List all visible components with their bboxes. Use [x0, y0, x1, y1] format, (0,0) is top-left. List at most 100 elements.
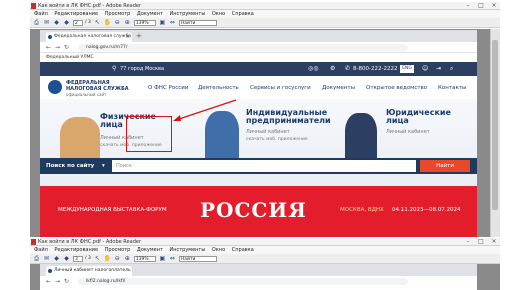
lang-button[interactable]: ENG [400, 65, 414, 73]
hand-tool-icon-2[interactable]: ✋ [104, 255, 111, 262]
nav-activity[interactable]: Деятельность [198, 85, 239, 91]
url-field-2[interactable]: lkfl2.nalog.ru/lkfl/ [78, 278, 408, 285]
menu-file[interactable]: Файл [34, 11, 48, 17]
reader2-menu-bar: Файл Редактирование Просмотр Документ Ин… [30, 246, 500, 254]
menu2-file[interactable]: Файл [34, 247, 48, 253]
browser-tab-2[interactable]: Личный кабинет налогоплатель [46, 266, 132, 276]
email-icon[interactable]: ✉ [43, 19, 50, 26]
menu-document[interactable]: Документ [137, 11, 163, 17]
hero-legal-title[interactable]: Юридические лица [386, 109, 466, 125]
annotation-arrow-icon [173, 99, 237, 121]
nav-services[interactable]: Сервисы и госуслуги [250, 85, 311, 91]
pdf-app-icon-2 [31, 239, 36, 245]
tab-close-icon[interactable]: × [126, 32, 130, 42]
nav-open-agency[interactable]: Открытое ведомство [366, 85, 427, 91]
zoom-out-icon-2[interactable]: ⊖ [114, 255, 121, 262]
forward-icon-2[interactable]: → [55, 278, 60, 285]
settings-icon[interactable]: ⚙ [330, 65, 335, 72]
print-icon-2[interactable]: ⎙ [33, 255, 40, 262]
fit-width-icon-2[interactable]: ⇔ [169, 255, 176, 262]
reader-toolbar: ⎙ ✉ ◆ ◆ 2 / 3 ↖ ✋ ⊖ ⊕ 139% ▣ ⇔ Найти [30, 18, 500, 28]
new-tab-icon[interactable]: + [136, 32, 142, 40]
forward-icon[interactable]: → [55, 44, 60, 51]
login-icon[interactable]: ⇥ [436, 65, 441, 72]
zoom-out-icon[interactable]: ⊖ [114, 19, 121, 26]
page-number-field-2[interactable]: 3 [73, 255, 83, 262]
close-button-2[interactable]: × [488, 238, 500, 246]
phone-icon: ✆ [345, 65, 351, 72]
back-icon[interactable]: ← [46, 44, 51, 51]
bookmark-item[interactable]: Федеральный УЛМС [46, 55, 94, 60]
scrollbar-thumb[interactable] [492, 40, 498, 210]
zoom-field[interactable]: 139% [133, 19, 156, 26]
glasses-icon[interactable]: ◎◎ [308, 65, 318, 72]
page-number-field[interactable]: 2 [73, 19, 83, 26]
back-icon-2[interactable]: ← [46, 278, 51, 285]
find-field-2[interactable]: Найти [178, 255, 217, 262]
select-tool-icon[interactable]: ↖ [94, 19, 101, 26]
menu2-window[interactable]: Окно [212, 247, 225, 253]
menu-help[interactable]: Справка [232, 11, 254, 17]
minimize-button[interactable]: – [462, 2, 474, 10]
promo-banner[interactable]: МЕЖДУНАРОДНАЯ ВЫСТАВКА-ФОРУМ РОССИЯ МОСК… [40, 186, 477, 237]
site-search-input[interactable]: Поиск [112, 160, 416, 172]
hero-entrepreneurs-title[interactable]: Индивидуальные предприниматели [246, 109, 356, 125]
browser-tab[interactable]: Федеральная налоговая служба × [46, 32, 132, 42]
user-icon[interactable]: ☺ [422, 65, 428, 72]
nav-about[interactable]: О ФНС России [148, 85, 188, 91]
search-label: Поиск по сайту [46, 163, 95, 169]
fit-width-icon[interactable]: ⇔ [169, 19, 176, 26]
region-selector[interactable]: 77 город Москва [120, 66, 164, 72]
menu-view[interactable]: Просмотр [105, 11, 131, 17]
maximize-button-2[interactable]: □ [475, 238, 487, 246]
select-tool-icon-2[interactable]: ↖ [94, 255, 101, 262]
menu2-edit[interactable]: Редактирование [54, 247, 98, 253]
menu2-help[interactable]: Справка [232, 247, 254, 253]
hero-entrepreneurs-cabinet[interactable]: Личный кабинет [246, 129, 290, 135]
browser-tab-title: Федеральная налоговая служба [54, 34, 132, 39]
fit-page-icon-2[interactable]: ▣ [159, 255, 166, 262]
menu-window[interactable]: Окно [212, 11, 225, 17]
menu-edit[interactable]: Редактирование [54, 11, 98, 17]
fns-favicon-2 [48, 269, 52, 273]
hotline-phone[interactable]: 8-800-222-2222 [353, 66, 397, 72]
print-icon[interactable]: ⎙ [33, 19, 40, 26]
nav-contacts[interactable]: Контакты [438, 85, 466, 91]
family-photo [60, 117, 100, 159]
url-text-2: lkfl2.nalog.ru/lkfl/ [86, 279, 126, 284]
zoom-field-2[interactable]: 139% [133, 255, 156, 262]
hero-legal-cabinet[interactable]: Личный кабинет [386, 129, 430, 135]
hand-tool-icon[interactable]: ✋ [104, 19, 111, 26]
nav-documents[interactable]: Документы [322, 85, 355, 91]
minimize-button-2[interactable]: – [462, 238, 474, 246]
close-button[interactable]: × [488, 2, 500, 10]
reload-icon-2[interactable]: ↻ [64, 278, 69, 285]
url-field[interactable]: nalog.gov.ru/rn77/ [78, 44, 408, 51]
search-dropdown-icon[interactable]: ▾ [102, 163, 105, 169]
reader2-title: Как войти в ЛК ФНС.pdf - Adobe Reader [38, 239, 142, 245]
location-pin-icon[interactable]: ⚲ [112, 65, 116, 72]
pdf-app-icon [31, 3, 36, 9]
promo-place: МОСКВА, ВДНХ [340, 207, 384, 213]
fns-emblem-icon[interactable] [48, 80, 62, 94]
next-page-icon-2[interactable]: ◆ [63, 255, 70, 262]
reload-icon[interactable]: ↻ [64, 44, 69, 51]
find-field[interactable]: Найти [178, 19, 217, 26]
menu2-document[interactable]: Документ [137, 247, 163, 253]
prev-page-icon-2[interactable]: ◆ [53, 255, 60, 262]
next-page-icon[interactable]: ◆ [63, 19, 70, 26]
menu-tools[interactable]: Инструменты [170, 11, 206, 17]
maximize-button[interactable]: □ [475, 2, 487, 10]
hero-entrepreneurs-app[interactable]: скачать моб. приложение [246, 137, 308, 142]
zoom-in-icon[interactable]: ⊕ [124, 19, 131, 26]
email-icon-2[interactable]: ✉ [43, 255, 50, 262]
search-icon[interactable]: ⌕ [450, 65, 453, 73]
pdf-page-2: Личный кабинет налогоплатель ← → ↻ lkfl2… [40, 264, 477, 290]
search-button[interactable]: Найти [420, 160, 470, 172]
prev-page-icon[interactable]: ◆ [53, 19, 60, 26]
zoom-in-icon-2[interactable]: ⊕ [124, 255, 131, 262]
fit-page-icon[interactable]: ▣ [159, 19, 166, 26]
search-placeholder: Поиск [116, 163, 132, 169]
menu2-tools[interactable]: Инструменты [170, 247, 206, 253]
menu2-view[interactable]: Просмотр [105, 247, 131, 253]
